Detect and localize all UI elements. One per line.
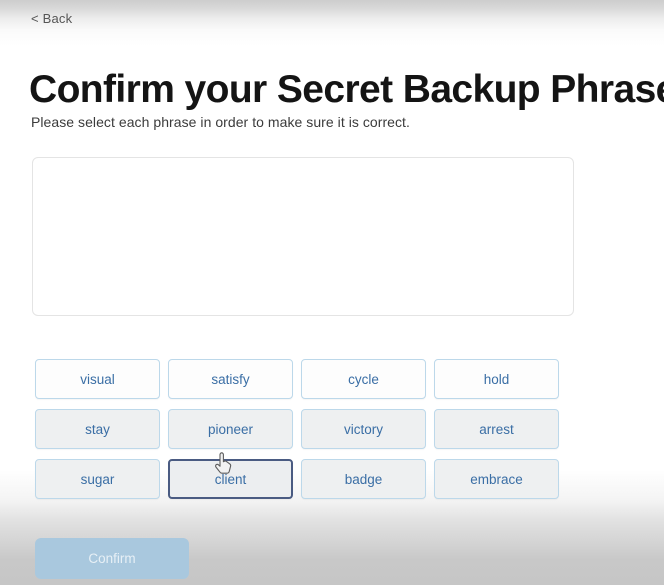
word-button-pioneer[interactable]: pioneer <box>168 409 293 449</box>
word-button-visual[interactable]: visual <box>35 359 160 399</box>
word-button-arrest[interactable]: arrest <box>434 409 559 449</box>
word-button-hold[interactable]: hold <box>434 359 559 399</box>
word-button-satisfy[interactable]: satisfy <box>168 359 293 399</box>
word-button-embrace[interactable]: embrace <box>434 459 559 499</box>
app-content: < Back Confirm your Secret Backup Phrase… <box>0 0 664 585</box>
back-link[interactable]: < Back <box>31 11 72 26</box>
word-button-stay[interactable]: stay <box>35 409 160 449</box>
word-button-sugar[interactable]: sugar <box>35 459 160 499</box>
word-button-badge[interactable]: badge <box>301 459 426 499</box>
word-bank-grid: visual satisfy cycle hold stay pioneer victory… <box>35 359 626 499</box>
confirm-button[interactable]: Confirm <box>35 538 189 579</box>
page-subtitle: Please select each phrase in order to ma… <box>31 114 410 130</box>
selected-phrase-area[interactable] <box>32 157 574 316</box>
word-button-victory[interactable]: victory <box>301 409 426 449</box>
word-button-client[interactable]: client <box>168 459 293 499</box>
page-title: Confirm your Secret Backup Phrase <box>29 68 664 112</box>
word-button-cycle[interactable]: cycle <box>301 359 426 399</box>
